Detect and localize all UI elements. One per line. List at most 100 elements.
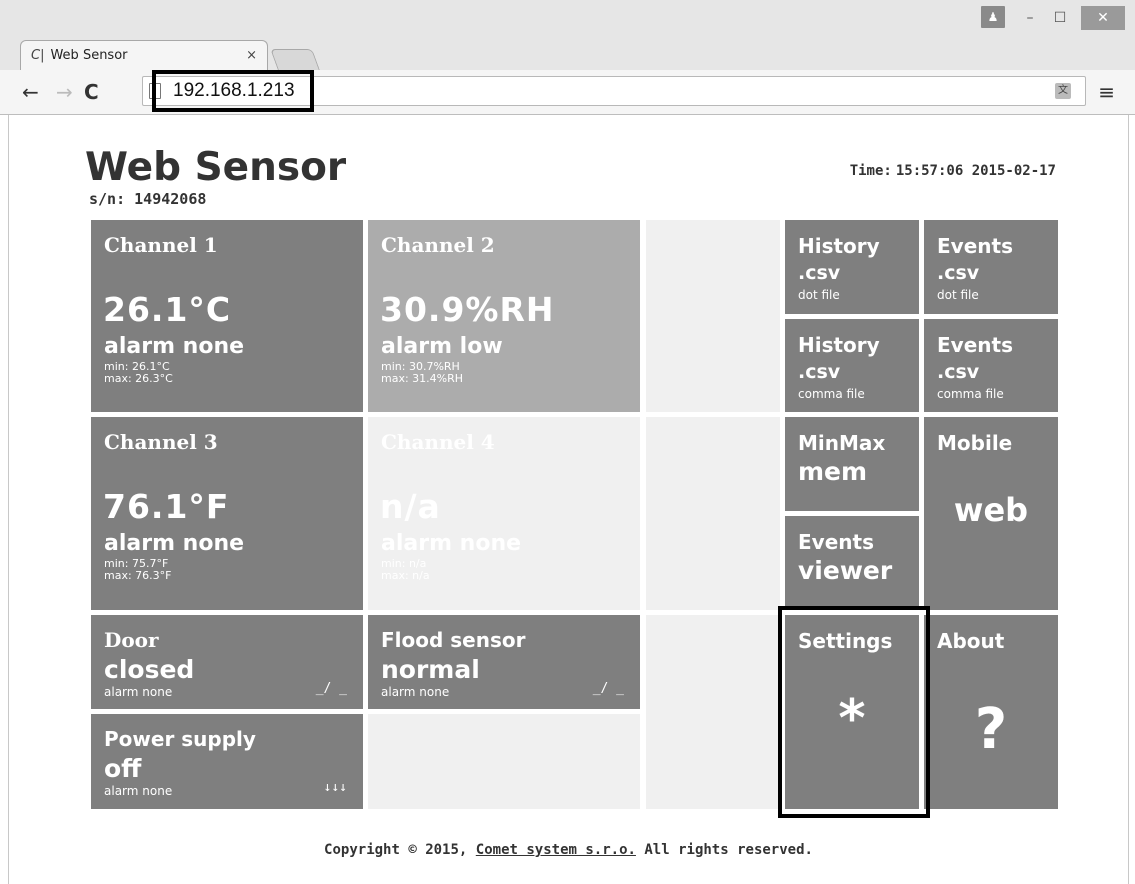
channel-value: n/a — [380, 487, 441, 526]
link-title: History — [798, 333, 880, 357]
page-title: Web Sensor — [85, 145, 347, 190]
link-title: Mobile — [937, 431, 1013, 455]
channel-minmax: min: 30.7%RH max: 31.4%RH — [381, 361, 463, 385]
channel-1-tile[interactable]: Channel 1 26.1°C alarm none min: 26.1°C m… — [91, 220, 363, 412]
channel-name: Channel 1 — [104, 233, 218, 257]
close-window-button[interactable]: ✕ — [1081, 6, 1125, 30]
contact-switch-icon: _/ _ — [592, 681, 624, 696]
about-button[interactable]: About ? — [924, 615, 1058, 809]
channel-name: Channel 2 — [381, 233, 495, 257]
channel-value: 30.9%RH — [380, 290, 555, 329]
channel-alarm: alarm none — [381, 531, 522, 556]
tab-web-sensor[interactable]: C| Web Sensor × — [20, 40, 268, 70]
minimize-button[interactable]: – — [1015, 6, 1045, 30]
channel-name: Channel 4 — [381, 430, 495, 454]
channel-minmax: min: 75.7°F max: 76.3°F — [104, 558, 172, 582]
channel-max: max: 31.4%RH — [381, 372, 464, 385]
reload-icon[interactable]: C — [84, 80, 99, 104]
time-label: Time: — [849, 163, 892, 179]
settings-highlight-box — [778, 606, 930, 818]
url-highlight-box — [152, 70, 314, 112]
link-sub: dot file — [798, 288, 840, 302]
input-state: off — [104, 754, 142, 783]
link-title: Events — [937, 333, 1013, 357]
footer: Copyright © 2015, Comet system s.r.o. Al… — [9, 842, 1128, 858]
empty-tile — [646, 417, 780, 610]
back-arrow-icon[interactable]: ← — [22, 80, 39, 104]
link-sub: comma file — [798, 387, 865, 401]
power-icon: ↓↓↓ — [323, 780, 347, 795]
serial-number: s/n: 14942068 — [89, 190, 207, 208]
door-tile[interactable]: Door closed alarm none _/ _ — [91, 615, 363, 709]
link-title: MinMax — [798, 431, 886, 455]
link-sub: dot file — [937, 288, 979, 302]
input-alarm: alarm none — [381, 685, 450, 699]
empty-tile — [368, 714, 640, 809]
channel-value: 26.1°C — [103, 290, 232, 329]
channel-minmax: min: 26.1°C max: 26.3°C — [104, 361, 173, 385]
link-ext: .csv — [937, 262, 980, 284]
copyright-suffix: All rights reserved. — [644, 842, 813, 858]
time-readout: Time: 15:57:06 2015-02-17 — [846, 163, 1056, 179]
company-link[interactable]: Comet system s.r.o. — [476, 842, 636, 858]
menu-icon[interactable]: ≡ — [1098, 80, 1115, 104]
events-csv-comma-button[interactable]: Events .csv comma file — [924, 319, 1058, 412]
channel-alarm: alarm none — [104, 531, 245, 556]
history-csv-comma-button[interactable]: History .csv comma file — [785, 319, 919, 412]
channel-max: max: 76.3°F — [104, 569, 172, 582]
tab-title: Web Sensor — [50, 48, 128, 63]
contact-switch-icon: _/ _ — [315, 681, 347, 696]
input-name: Power supply — [104, 727, 256, 751]
about-question-icon: ? — [974, 697, 1008, 762]
channel-2-tile[interactable]: Channel 2 30.9%RH alarm low min: 30.7%RH… — [368, 220, 640, 412]
new-tab-button[interactable] — [270, 49, 320, 70]
tab-strip: C| Web Sensor × — [20, 38, 320, 70]
channel-4-tile[interactable]: Channel 4 n/a alarm none min: n/a max: n/… — [368, 417, 640, 610]
link-sub: viewer — [798, 556, 893, 585]
minmax-mem-button[interactable]: MinMax mem — [785, 417, 919, 511]
link-title: About — [937, 629, 1005, 653]
history-csv-dot-button[interactable]: History .csv dot file — [785, 220, 919, 314]
power-supply-tile[interactable]: Power supply off alarm none ↓↓↓ — [91, 714, 363, 809]
user-profile-icon[interactable]: ♟ — [981, 6, 1005, 28]
channel-max: max: 26.3°C — [104, 372, 173, 385]
input-alarm: alarm none — [104, 685, 173, 699]
input-alarm: alarm none — [104, 784, 173, 798]
empty-tile — [646, 220, 780, 412]
empty-tile — [646, 615, 780, 809]
link-sub: web — [953, 491, 1029, 529]
web-sensor-page: Web Sensor s/n: 14942068 Time: 15:57:06 2… — [8, 115, 1129, 884]
copyright-prefix: Copyright © 2015, — [324, 842, 468, 858]
channel-alarm: alarm none — [104, 334, 245, 359]
titlebar: ♟ – ☐ ✕ C| Web Sensor × — [0, 0, 1135, 70]
flood-sensor-tile[interactable]: Flood sensor normal alarm none _/ _ — [368, 615, 640, 709]
input-name: Door — [104, 628, 159, 652]
translate-icon[interactable]: 文 — [1055, 83, 1071, 99]
channel-value: 76.1°F — [103, 487, 230, 526]
link-title: Events — [937, 234, 1013, 258]
channel-name: Channel 3 — [104, 430, 218, 454]
input-name: Flood sensor — [381, 628, 526, 652]
forward-arrow-icon[interactable]: → — [56, 80, 73, 104]
link-ext: .csv — [937, 361, 980, 383]
maximize-button[interactable]: ☐ — [1045, 6, 1075, 30]
link-sub: comma file — [937, 387, 1004, 401]
events-csv-dot-button[interactable]: Events .csv dot file — [924, 220, 1058, 314]
events-viewer-button[interactable]: Events viewer — [785, 516, 919, 610]
link-ext: .csv — [798, 361, 841, 383]
favicon-icon: C| — [31, 48, 45, 63]
input-state: normal — [381, 655, 480, 684]
browser-window: ♟ – ☐ ✕ C| Web Sensor × ← → C 192.168.1.… — [0, 0, 1135, 884]
mobile-web-button[interactable]: Mobile web — [924, 417, 1058, 610]
link-title: History — [798, 234, 880, 258]
link-title: Events — [798, 530, 874, 554]
channel-max: max: n/a — [381, 569, 430, 582]
link-ext: .csv — [798, 262, 841, 284]
window-controls: ♟ – ☐ ✕ — [981, 6, 1125, 32]
channel-alarm: alarm low — [381, 334, 503, 359]
channel-3-tile[interactable]: Channel 3 76.1°F alarm none min: 75.7°F m… — [91, 417, 363, 610]
time-value: 15:57:06 2015-02-17 — [895, 163, 1056, 179]
tab-close-icon[interactable]: × — [246, 48, 257, 63]
link-sub: mem — [798, 457, 868, 486]
input-state: closed — [104, 655, 195, 684]
